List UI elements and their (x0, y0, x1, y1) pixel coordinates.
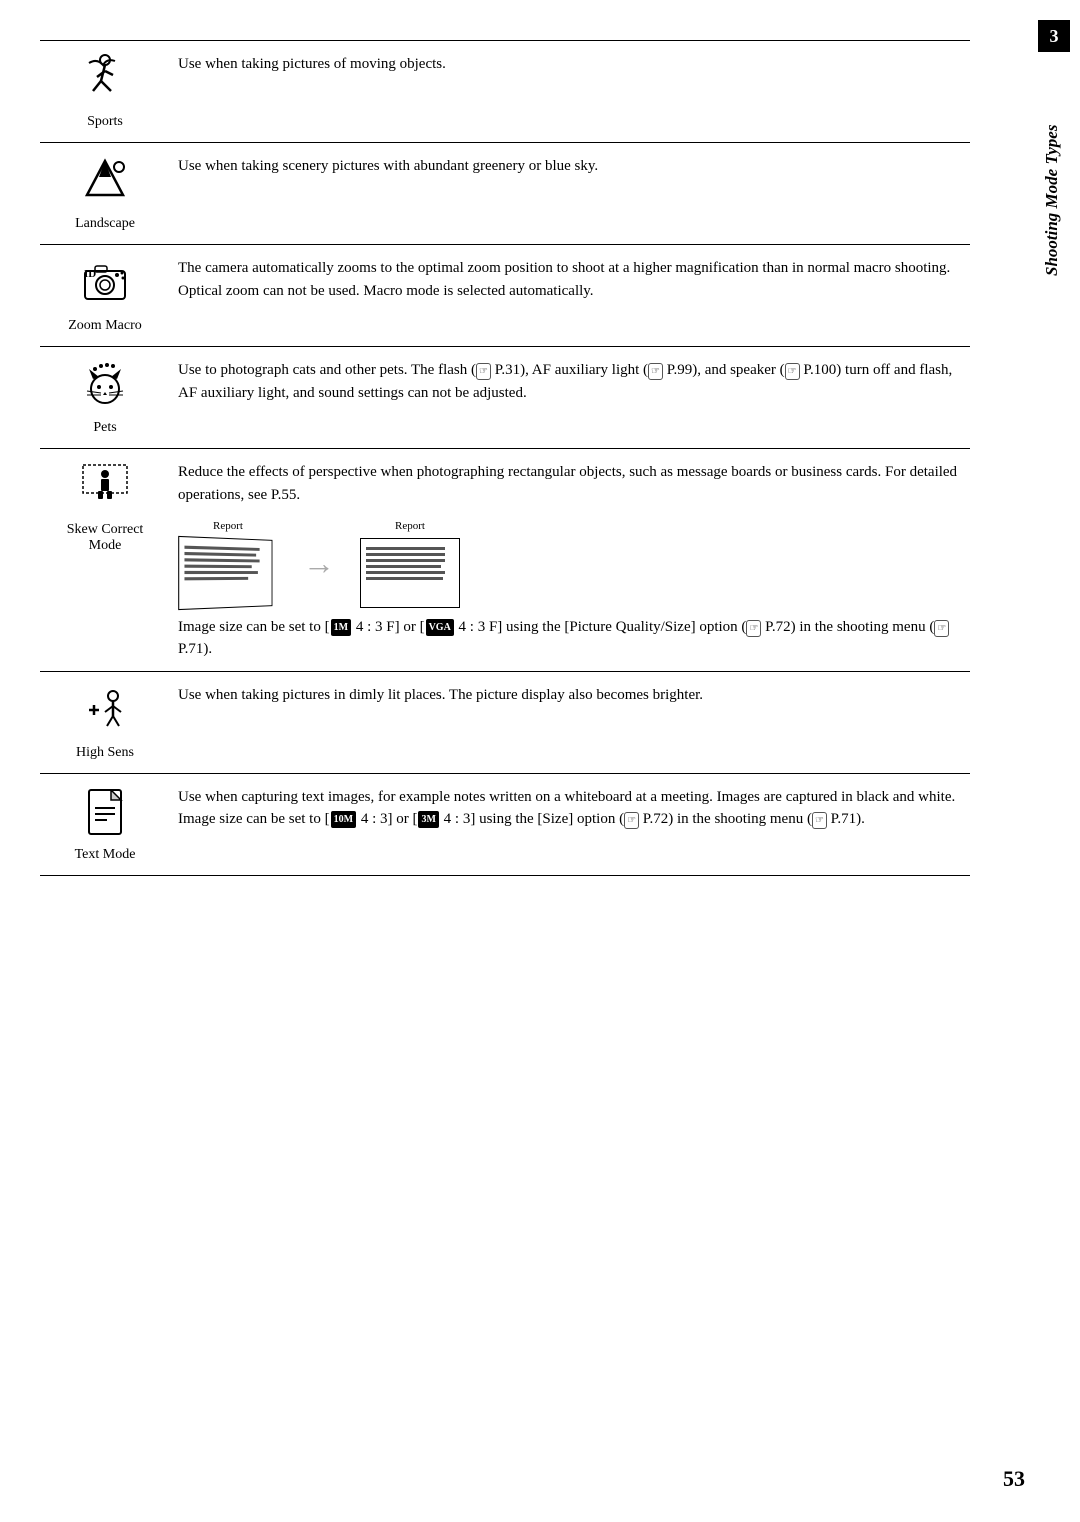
desc-cell-landscape: Use when taking scenery pictures with ab… (170, 143, 970, 245)
landscape-label: Landscape (48, 216, 162, 232)
pets-icon (79, 359, 131, 411)
table-row: Skew CorrectMode Reduce the effects of p… (40, 449, 970, 672)
desc-cell-zoom: The camera automatically zooms to the op… (170, 245, 970, 347)
desc-cell-pets: Use to photograph cats and other pets. T… (170, 347, 970, 449)
icon-cell-highsens: High Sens (40, 671, 170, 773)
text-mode-label: Text Mode (48, 847, 162, 863)
table-row: ID Zoom Macro The camera automatically z… (40, 245, 970, 347)
zoom-icon: ID (79, 257, 131, 309)
page-number: 53 (1003, 1466, 1025, 1492)
main-content: Sports Use when taking pictures of movin… (0, 20, 1030, 1502)
table-row: Pets Use to photograph cats and other pe… (40, 347, 970, 449)
icon-cell-sports: Sports (40, 41, 170, 143)
icon-cell-skew: Skew CorrectMode (40, 449, 170, 672)
icon-cell-landscape: Landscape (40, 143, 170, 245)
high-sens-icon (79, 684, 131, 736)
pets-label: Pets (48, 420, 162, 436)
landscape-icon (79, 155, 131, 207)
icon-cell-textmode: Text Mode (40, 773, 170, 875)
sports-icon (79, 53, 131, 105)
icon-cell-pets: Pets (40, 347, 170, 449)
modes-table: Sports Use when taking pictures of movin… (40, 40, 970, 876)
desc-cell-highsens: Use when taking pictures in dimly lit pl… (170, 671, 970, 773)
table-row: High Sens Use when taking pictures in di… (40, 671, 970, 773)
chapter-number: 3 (1038, 20, 1070, 52)
skew-before-box: Report (178, 518, 278, 608)
table-row: Sports Use when taking pictures of movin… (40, 41, 970, 143)
svg-text:ID: ID (84, 268, 96, 280)
desc-cell-textmode: Use when capturing text images, for exam… (170, 773, 970, 875)
sidebar-label: Shooting Mode Types (1034, 50, 1070, 350)
page-container: 3 Shooting Mode Types (0, 0, 1080, 1522)
zoom-macro-label: Zoom Macro (48, 318, 162, 334)
desc-cell-skew: Reduce the effects of perspective when p… (170, 449, 970, 672)
table-row: Landscape Use when taking scenery pictur… (40, 143, 970, 245)
sports-label: Sports (48, 114, 162, 130)
high-sens-label: High Sens (48, 745, 162, 761)
icon-cell-zoom: ID Zoom Macro (40, 245, 170, 347)
skew-correct-icon (79, 461, 131, 513)
text-mode-icon (79, 786, 131, 838)
arrow-right: → (303, 539, 335, 587)
desc-cell-sports: Use when taking pictures of moving objec… (170, 41, 970, 143)
skew-after-box: Report (360, 518, 460, 608)
skew-diagram: Report → (178, 518, 962, 608)
table-row: Text Mode Use when capturing text images… (40, 773, 970, 875)
skew-correct-label: Skew CorrectMode (48, 522, 162, 554)
